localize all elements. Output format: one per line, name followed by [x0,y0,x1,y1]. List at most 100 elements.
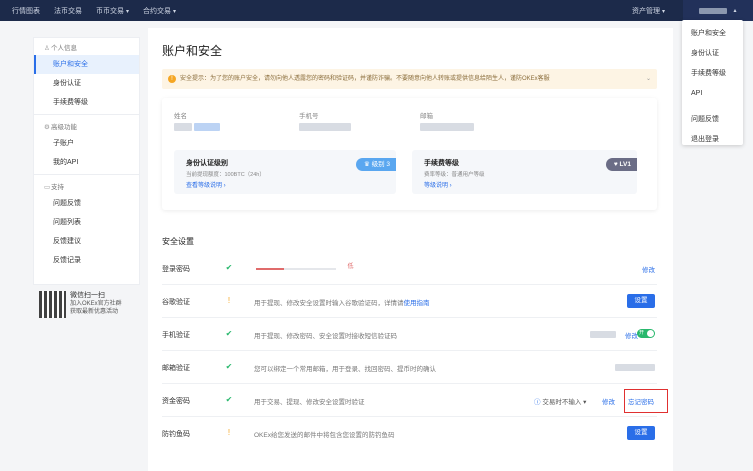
user-menu[interactable]: ▴ [683,0,753,21]
row-email-verification: 邮箱验证 ✔ 您可以绑定一个常用邮箱，用于登录、找回密码、提币时的确认 [162,352,657,384]
email-value [420,123,474,131]
sidebar-item-sub-account[interactable]: 子账户 [34,134,139,153]
masked-email [615,364,655,371]
sidebar-item-suggestion[interactable]: 反馈建议 [34,232,139,251]
row-phone-verification: 手机验证 ✔ 用于提现、修改密码、安全设置时接收短信验证码 修改 开 [162,319,657,351]
sidebar-item-feedback[interactable]: 问题反馈 [34,194,139,213]
password-strength-bar [256,268,336,270]
row-anti-phishing-code: 防钓鱼码 ! OKEx给您发送的邮件中将包含您设置的防钓鱼码 设置 [162,418,657,450]
sidebar-item-account-security[interactable]: 账户和安全 [34,55,139,74]
sidebar-group-personal: ♙个人信息 账户和安全 身份认证 手续费等级 [34,38,139,112]
qr-line-2: 加入OKEx官方社群 [70,301,122,307]
info-icon: ⓘ [534,399,541,406]
masked-value [194,123,220,131]
check-icon: ✔ [225,263,233,272]
sidebar-item-issue-list[interactable]: 问题列表 [34,213,139,232]
phone-value [299,123,351,131]
user-dropdown: 账户和安全 身份认证 手续费等级 API 问题反馈 退出登录 [682,20,743,145]
kyc-level-card: 身份认证级别 当前提现额度：100BTC（24h） 查看等级说明 › ♛ 级别 … [174,150,396,194]
chevron-down-icon: ▾ [126,8,130,15]
name-label: 姓名 [174,113,187,120]
nav-market-chart[interactable]: 行情图表 [12,6,40,16]
modify-login-password-link[interactable]: 修改 [642,264,655,274]
group-label: 高级功能 [51,124,77,131]
nav-otc-trading[interactable]: 法币交易 [54,6,82,16]
chevron-down-icon: ▾ [661,8,665,15]
check-icon: ✔ [225,395,233,404]
setup-google-auth-button[interactable]: 设置 [627,294,655,308]
account-info-card: 姓名 手机号 邮箱 身份认证级别 当前提现额度：100BTC（24h） 查看等级… [162,98,657,210]
chevron-down-icon: ▾ [173,8,177,15]
notice-text: 安全提示：为了您的账户安全，请勿向他人透露您的密码和验证码，并谨防诈骗。不要随意… [180,76,550,82]
check-icon: ✔ [225,362,233,371]
sidebar-item-feedback-record[interactable]: 反馈记录 [34,251,139,270]
row-desc: OKEx给您发送的邮件中将包含您设置的防钓鱼码 [254,432,395,439]
masked-phone [590,331,616,338]
row-name: 谷歌验证 [162,299,190,306]
security-notice: ! 安全提示：为了您的账户安全，请勿向他人透露您的密码和验证码，并谨防诈骗。不要… [162,69,657,89]
sidebar-group-advanced: ⚙高级功能 子账户 我的API [34,117,139,172]
row-login-password: 登录密码 ✔ 低 修改 [162,253,657,285]
kyc-badge: ♛ 级别 3 [355,158,396,171]
toggle-label: 开 [639,330,645,336]
phone-label: 手机号 [299,113,319,120]
security-settings-title: 安全设置 [162,237,194,246]
check-icon: ✔ [225,329,233,338]
usage-guide-link[interactable]: 使用指南 [404,300,430,307]
nav-asset-management[interactable]: 资产管理 ▾ [632,6,665,16]
crown-icon: ♛ [363,161,370,168]
sidebar-item-identity[interactable]: 身份认证 [34,74,139,93]
chevron-down-icon[interactable]: ⌄ [646,69,651,89]
fee-link-label: 等级说明 [424,183,449,189]
row-name: 手机验证 [162,332,190,339]
fee-badge: ♥ LV1 [605,158,637,171]
row-name: 登录密码 [162,266,190,273]
chat-icon: ▭ [44,184,51,191]
setup-anti-phishing-button[interactable]: 设置 [627,426,655,440]
divider [34,114,139,115]
dropdown-api[interactable]: API [682,84,743,104]
row-name: 防钓鱼码 [162,431,190,438]
page-title: 账户和安全 [162,44,223,58]
row-desc: 用于交易、提现、修改安全设置时验证 [254,399,365,406]
nav-right: 资产管理 ▾ ▴ [632,0,753,21]
sidebar-item-fee-level[interactable]: 手续费等级 [34,93,139,112]
nav-spot-trading[interactable]: 币币交易 ▾ [96,6,129,16]
fee-level-card: 手续费等级 费率等级：普通用户等级 等级说明 › ♥ LV1 [412,150,637,194]
name-value [174,123,220,131]
warning-icon: ! [227,296,231,305]
qr-caption: 微信扫一扫 加入OKEx官方社群 获取最新优惠活动 [70,292,122,316]
dropdown-feedback[interactable]: 问题反馈 [682,110,743,130]
row-desc: 用于提现、修改安全设置时输入谷歌验证码，详情请使用指南 [254,297,430,307]
qr-line-1: 微信扫一扫 [70,292,105,299]
divider [34,174,139,175]
group-label: 个人信息 [51,45,77,52]
masked-value [174,123,192,131]
fee-desc: 费率等级：普通用户等级 [424,172,485,178]
row-google-auth: 谷歌验证 ! 用于提现、修改安全设置时输入谷歌验证码，详情请使用指南 设置 [162,286,657,318]
fee-link[interactable]: 等级说明 › [424,180,452,189]
nav-futures-trading[interactable]: 合约交易 ▾ [143,6,176,16]
dropdown-identity[interactable]: 身份认证 [682,44,743,64]
gear-icon: ⚙ [44,124,50,131]
fund-password-mode-select[interactable]: ⓘ 交易时不输入 ▾ [534,396,586,406]
dropdown-account-security[interactable]: 账户和安全 [682,24,743,44]
chevron-up-icon: ▴ [733,8,737,14]
modify-fund-password-link[interactable]: 修改 [602,396,615,406]
kyc-title: 身份认证级别 [186,160,228,167]
row-desc-text: 用于提现、修改安全设置时输入谷歌验证码，详情请 [254,300,404,307]
phone-toggle[interactable]: 开 [637,329,655,338]
password-strength-fill [256,268,284,270]
heart-icon: ♥ [613,161,618,168]
kyc-link[interactable]: 查看等级说明 › [186,180,226,189]
warning-icon: ! [227,428,231,437]
dropdown-logout[interactable]: 退出登录 [682,130,743,150]
group-label: 支持 [51,184,64,191]
sidebar-item-my-api[interactable]: 我的API [34,153,139,172]
dropdown-fee-level[interactable]: 手续费等级 [682,64,743,84]
modify-phone-link[interactable]: 修改 [625,330,638,340]
row-name: 资金密码 [162,398,190,405]
password-strength-level: 低 [347,264,354,270]
nav-futures-label: 合约交易 [143,7,172,15]
fee-title: 手续费等级 [424,160,459,167]
